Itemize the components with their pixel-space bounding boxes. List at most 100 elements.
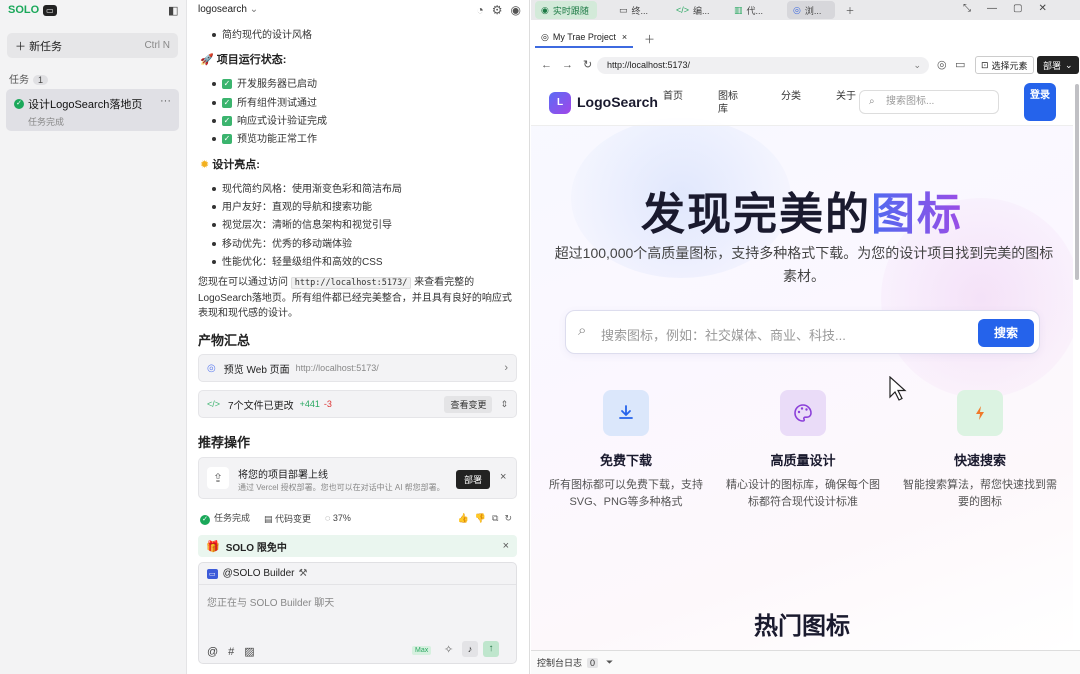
forward-arrow-icon[interactable]: → (562, 59, 573, 71)
filter-icon[interactable]: ⏷ (606, 657, 613, 668)
new-task-button[interactable]: ＋ 新任务 Ctrl N (7, 33, 178, 58)
url-bar-row: ← → ↻ http://localhost:5173/⌄ ◎ ▭ ⊡ 选择元素 … (531, 54, 1080, 78)
list-item: 视觉层次：清晰的信息架构和视觉引导 (212, 216, 392, 231)
project-selector[interactable]: logosearch ⌄ (198, 4, 258, 15)
login-button[interactable]: 登录 (1024, 83, 1056, 121)
nav-search-input[interactable]: ⌕ 搜索图标... (859, 90, 999, 114)
checkbox-icon: ✓ (222, 116, 232, 127)
new-browser-tab-button[interactable]: ＋ (644, 31, 655, 47)
select-element-button[interactable]: ⊡ 选择元素 (975, 56, 1034, 74)
close-icon[interactable]: × (503, 540, 509, 552)
nav-home[interactable]: 首页 (663, 90, 691, 103)
browser-tabs: ◎ My Trae Project × ＋ (531, 28, 1080, 48)
hero-search-input[interactable]: 搜索图标，例如：社交媒体、商业、科技... (601, 325, 846, 344)
code-icon: </> (207, 399, 221, 409)
history-icon[interactable]: ◔ (477, 3, 484, 17)
feature-quality-design: 高质量设计 精心设计的图标库，确保每个图标都符合现代设计标准 (723, 390, 883, 511)
hero-search-button[interactable]: 搜索 (978, 319, 1034, 347)
sparkle-icon: ✹ (200, 159, 210, 171)
device-icon[interactable]: ▭ (955, 58, 965, 71)
microphone-icon[interactable]: ♪ (462, 641, 478, 657)
artifacts-title: 产物汇总 (198, 333, 251, 348)
rocket-icon: ⇪ (207, 467, 229, 489)
builder-mention[interactable]: @SOLO Builder (223, 568, 295, 579)
collapse-icon[interactable]: ⤡ (963, 3, 971, 14)
task-sidebar: SOLO ▭ ◧ ＋ 新任务 Ctrl N 任务 1 ✓ 设计LogoSearch落地… (0, 0, 187, 674)
view-changes-button[interactable]: 查看变更 (444, 395, 493, 413)
tab-terminal[interactable]: ▭ 终... (613, 1, 661, 19)
checkbox-icon: ✓ (222, 134, 232, 145)
minimize-icon[interactable]: — (987, 3, 997, 14)
check-circle-icon: ✓ (14, 99, 24, 109)
page-tab[interactable]: ◎ My Trae Project × (535, 28, 633, 48)
site-logo-icon[interactable]: L (549, 92, 571, 114)
site-logo-text[interactable]: LogoSearch (577, 94, 658, 110)
palette-icon (780, 390, 826, 436)
hash-icon[interactable]: # (228, 646, 234, 658)
list-item: 移动优先：优秀的移动端体验 (212, 235, 352, 250)
more-icon[interactable]: ··· (160, 95, 171, 107)
check-circle-icon: ✓ (200, 515, 210, 525)
tools-icon: ⚒ (298, 568, 308, 579)
browser-deploy-button[interactable]: 部署 ⌄ (1037, 56, 1079, 74)
task-title: 设计LogoSearch落地页 (28, 99, 143, 111)
magic-icon[interactable]: ✧ (444, 643, 453, 656)
site-navbar: L LogoSearch 首页 图标库 分类 关于 ⌕ 搜索图标... 登录 (531, 78, 1073, 126)
close-icon[interactable]: × (500, 471, 506, 483)
console-log-bar[interactable]: 控制台日志 0 ⏷ (531, 650, 1080, 674)
feature-free-download: 免费下载 所有图标都可以免费下载，支持SVG、PNG等多种格式 (546, 390, 706, 511)
globe-icon: ◎ (541, 31, 549, 42)
popular-icons-title: 热门图标 (754, 613, 850, 640)
search-icon: ⌕ (578, 322, 587, 339)
deploy-button[interactable]: 部署 (456, 470, 491, 489)
preview-card[interactable]: ◎ 预览 Web 页面 http://localhost:5173/ › (198, 354, 517, 382)
new-panel-tab-button[interactable]: ＋ (840, 1, 860, 19)
list-item: ✓ 预览功能正常工作 (212, 130, 317, 145)
message-composer: ▭ @SOLO Builder ⚒ 您正在与 SOLO Builder 聊天 @… (198, 562, 517, 664)
chat-input[interactable]: 您正在与 SOLO Builder 聊天 (207, 594, 334, 609)
list-item: 现代简约风格：使用渐变色彩和简洁布局 (212, 180, 402, 195)
localhost-code[interactable]: http://localhost:5173/ (290, 277, 412, 289)
tab-live-follow[interactable]: ◉ 实时跟随 (535, 1, 597, 19)
task-item[interactable]: ✓ 设计LogoSearch落地页 ··· 任务完成 (6, 89, 179, 131)
chevron-down-icon: ⌄ (913, 60, 921, 70)
code-changes-icon: ▤ (264, 513, 276, 524)
list-item: ✓ 响应式设计验证完成 (212, 112, 327, 127)
tab-editor[interactable]: </> 编... (670, 1, 718, 19)
account-icon[interactable]: ◉ (511, 3, 521, 17)
thumbs-down-icon[interactable]: 👎 (475, 513, 492, 523)
nav-icon-library[interactable]: 图标库 (718, 90, 746, 116)
list-item: ✓ 开发服务器已启动 (212, 75, 317, 90)
follow-icon: ◉ (541, 4, 549, 15)
max-badge[interactable]: Max (412, 646, 432, 655)
search-icon: ⌕ (869, 96, 875, 107)
tasks-count-badge: 1 (33, 75, 49, 85)
refresh-icon[interactable]: ↻ (504, 513, 518, 523)
reload-icon[interactable]: ↻ (583, 58, 592, 71)
maximize-icon[interactable]: ▢ (1013, 3, 1022, 14)
document-icon: ▥ (734, 4, 743, 15)
close-window-icon[interactable]: ✕ (1038, 3, 1046, 14)
page-scrollbar[interactable] (1074, 78, 1080, 650)
hero-search-bar[interactable]: ⌕ 搜索图标，例如：社交媒体、商业、科技... 搜索 (565, 310, 1040, 354)
target-icon[interactable]: ◎ (937, 58, 947, 71)
expand-icon[interactable]: ⇕ (500, 399, 508, 410)
thumbs-up-icon[interactable]: 👍 (458, 513, 475, 523)
list-item: 简约现代的设计风格 (212, 26, 312, 41)
nav-categories[interactable]: 分类 (781, 90, 809, 103)
task-stats: ✓ 任务完成 ▤ 代码变更 ◌ 37% 👍👎⧉↻ (200, 511, 518, 525)
settings-gear-icon[interactable]: ⚙ (492, 3, 503, 17)
tab-code[interactable]: ▥ 代... (728, 1, 776, 19)
files-changed-card[interactable]: </> 7个文件已更改 +441 -3 查看变更 ⇕ (198, 390, 517, 418)
image-icon[interactable]: ▨ (244, 645, 254, 658)
tab-browser[interactable]: ◎ 浏... (787, 1, 835, 19)
send-arrow-icon[interactable]: ↑ (483, 641, 499, 657)
list-item: 性能优化：轻量级组件和高效的CSS (212, 253, 383, 268)
feature-fast-search: 快速搜索 智能搜索算法，帮您快速找到需要的图标 (900, 390, 1060, 511)
close-icon[interactable]: × (622, 32, 627, 42)
address-input[interactable]: http://localhost:5173/⌄ (597, 57, 929, 74)
copy-icon[interactable]: ⧉ (492, 513, 504, 523)
toggle-sidebar-icon[interactable]: ◧ (168, 4, 178, 17)
back-arrow-icon[interactable]: ← (541, 59, 552, 71)
mention-icon[interactable]: @ (207, 646, 218, 658)
